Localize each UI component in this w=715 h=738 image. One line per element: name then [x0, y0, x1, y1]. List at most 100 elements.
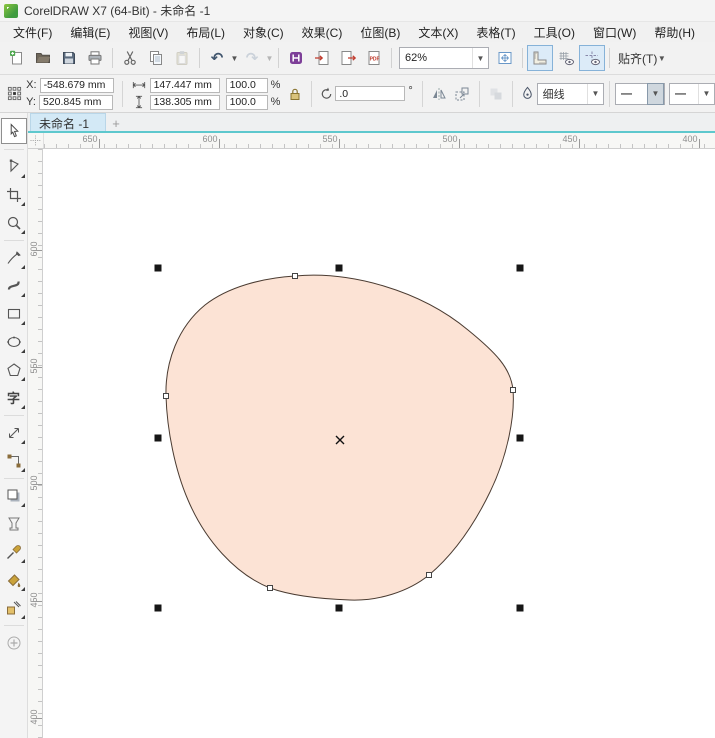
new-document-button[interactable] [4, 45, 30, 71]
curve-node[interactable] [268, 586, 273, 591]
curve-node[interactable] [164, 394, 169, 399]
flyout-arrow-icon [21, 349, 25, 353]
cut-button[interactable] [117, 45, 143, 71]
show-guidelines-button[interactable] [579, 45, 605, 71]
chevron-down-icon[interactable]: ▼ [230, 54, 239, 63]
menu-table[interactable]: 表格(T) [467, 22, 524, 43]
menu-edit[interactable]: 编辑(E) [61, 22, 119, 43]
menu-object[interactable]: 对象(C) [234, 22, 293, 43]
line-style-select[interactable]: — ▼ [615, 83, 665, 105]
chevron-down-icon[interactable]: ▼ [265, 54, 274, 63]
start-arrowhead-select[interactable]: — ▼ [669, 83, 715, 105]
selected-curve-object[interactable] [166, 275, 513, 600]
scale-horizontal-input[interactable] [226, 78, 268, 93]
x-position-input[interactable] [40, 78, 114, 93]
snap-to-button[interactable]: 贴齐(T)▼ [614, 48, 670, 69]
crop-tool[interactable] [2, 183, 26, 207]
parallel-dimension-tool[interactable] [2, 421, 26, 445]
artistic-media-tool[interactable] [2, 274, 26, 298]
selection-handle[interactable] [336, 265, 343, 272]
mirror-horizontal-button[interactable] [428, 81, 451, 106]
freehand-tool[interactable] [2, 246, 26, 270]
pick-tool[interactable] [1, 118, 27, 144]
h-ruler-tick [459, 139, 460, 148]
combine-button[interactable] [485, 81, 508, 106]
h-ruler-tick [699, 139, 700, 148]
convert-to-curves-button[interactable] [451, 81, 474, 106]
copy-button[interactable] [143, 45, 169, 71]
chevron-down-icon: ▼ [587, 84, 603, 104]
ellipse-icon [6, 334, 22, 350]
undo-button[interactable]: ↶ [204, 45, 230, 71]
polygon-tool[interactable] [2, 358, 26, 382]
add-tools-button[interactable] [2, 631, 26, 655]
rectangle-tool[interactable] [2, 302, 26, 326]
grid-icon [558, 50, 574, 66]
ellipse-tool[interactable] [2, 330, 26, 354]
interactive-fill-tool[interactable] [2, 568, 26, 592]
menu-help[interactable]: 帮助(H) [645, 22, 704, 43]
lock-ratio-button[interactable] [283, 81, 306, 106]
v-ruler-label: 500 [29, 474, 39, 492]
publish-pdf-button[interactable]: PDF [361, 45, 387, 71]
selection-handle[interactable] [517, 265, 524, 272]
redo-button[interactable]: ↷ [239, 45, 265, 71]
curve-node[interactable] [293, 274, 298, 279]
selection-handle[interactable] [517, 605, 524, 612]
export-button[interactable] [335, 45, 361, 71]
full-screen-preview-button[interactable] [492, 45, 518, 71]
zoom-level-select[interactable]: 62%▼ [399, 47, 489, 69]
import-button[interactable] [309, 45, 335, 71]
shape-tool[interactable] [2, 155, 26, 179]
smart-fill-tool[interactable] [2, 596, 26, 620]
menu-window[interactable]: 窗口(W) [584, 22, 645, 43]
new-tab-button[interactable]: + [106, 117, 126, 131]
show-grid-button[interactable] [553, 45, 579, 71]
paste-button[interactable] [169, 45, 195, 71]
menu-layout[interactable]: 布局(L) [177, 22, 234, 43]
open-button[interactable] [30, 45, 56, 71]
rotation-angle-input[interactable] [335, 86, 405, 101]
selection-handle[interactable] [155, 435, 162, 442]
vertical-ruler[interactable]: 600550500450400 [28, 149, 43, 738]
chevron-down-icon: ▼ [647, 83, 664, 105]
connector-tool[interactable] [2, 449, 26, 473]
save-button[interactable] [56, 45, 82, 71]
zoom-tool[interactable] [2, 211, 26, 235]
selection-handle[interactable] [155, 605, 162, 612]
drawing-canvas[interactable] [43, 149, 715, 738]
selection-handle[interactable] [155, 265, 162, 272]
toolbar-separator [199, 48, 200, 68]
object-width-input[interactable] [150, 78, 220, 93]
menu-tools[interactable]: 工具(O) [525, 22, 584, 43]
menu-view[interactable]: 视图(V) [119, 22, 177, 43]
text-tool[interactable]: 字 [2, 386, 26, 410]
color-eyedropper-tool[interactable] [2, 540, 26, 564]
v-ruler-tick [33, 367, 42, 368]
menu-text[interactable]: 文本(X) [409, 22, 467, 43]
selection-handle[interactable] [517, 435, 524, 442]
import-icon [314, 50, 330, 66]
horizontal-ruler[interactable]: 650600550500450400 [44, 133, 715, 148]
selection-handle[interactable] [336, 605, 343, 612]
menu-effects[interactable]: 效果(C) [293, 22, 352, 43]
y-position-input[interactable] [39, 95, 113, 110]
v-ruler-tick [33, 250, 42, 251]
menu-file[interactable]: 文件(F) [4, 22, 61, 43]
outline-width-select[interactable]: 细线 ▼ [537, 83, 604, 105]
plus-icon [6, 635, 22, 651]
flyout-arrow-icon [21, 559, 25, 563]
curve-node[interactable] [511, 388, 516, 393]
transparency-tool[interactable] [2, 512, 26, 536]
drop-shadow-tool[interactable] [2, 484, 26, 508]
show-rulers-button[interactable] [527, 45, 553, 71]
main-area: 字 未命名 -1 + 650600550500450400 6005505004… [0, 113, 715, 738]
text-icon: 字 [7, 392, 20, 405]
menu-bitmaps[interactable]: 位图(B) [351, 22, 409, 43]
print-button[interactable] [82, 45, 108, 71]
curve-node[interactable] [427, 573, 432, 578]
document-tab[interactable]: 未命名 -1 [30, 113, 106, 131]
scale-vertical-input[interactable] [226, 95, 268, 110]
object-height-input[interactable] [150, 95, 220, 110]
search-content-button[interactable] [283, 45, 309, 71]
